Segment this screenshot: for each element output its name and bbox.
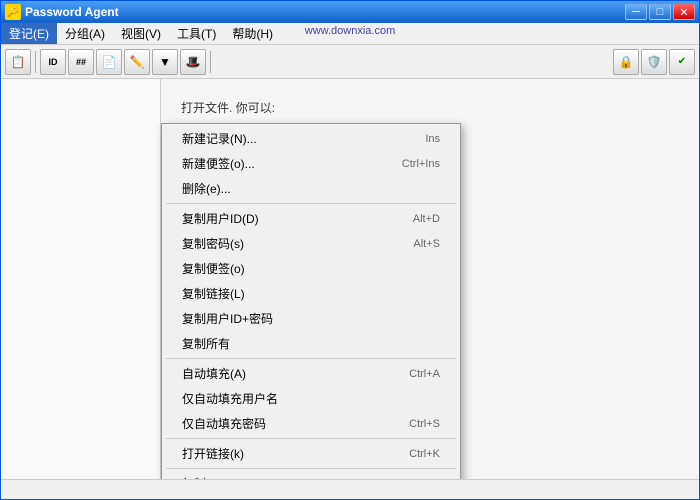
dd-shortcut-copy-u: Ctrl+D <box>409 478 440 480</box>
window-title: Password Agent <box>25 5 119 19</box>
main-window: 🔑 Password Agent ─ □ ✕ 登记(E) 分组(A) 视图(V)… <box>0 0 700 500</box>
dd-item-delete[interactable]: 删除(e)... <box>162 176 460 201</box>
dd-label-autofill: 自动填充(A) <box>182 365 389 382</box>
menu-help-label: 帮助(H) <box>232 25 273 42</box>
toolbar: 📋 ID ## 📄 ✏️ ▼ 🎩 🔒 🛡️ ✔ <box>1 45 699 79</box>
dd-shortcut-copy-pwd: Alt+S <box>413 238 440 250</box>
dd-label-copy-userid-pwd: 复制用户ID+密码 <box>182 310 420 327</box>
dd-label-copy-link: 复制链接(L) <box>182 285 420 302</box>
dd-item-copy-note[interactable]: 复制便签(o) <box>162 256 460 281</box>
toolbar-btn-lock[interactable]: 🔒 <box>613 49 639 75</box>
dd-item-autofill-pwd[interactable]: 仅自动填充密码 Ctrl+S <box>162 411 460 436</box>
toolbar-btn-hat[interactable]: 🎩 <box>180 49 206 75</box>
status-bar <box>1 479 699 499</box>
window-controls: ─ □ ✕ <box>625 4 695 20</box>
menu-item-tools[interactable]: 工具(T) <box>169 23 224 44</box>
dd-shortcut-new-note: Ctrl+Ins <box>402 158 440 170</box>
menu-item-file[interactable]: 登记(E) <box>1 23 57 44</box>
dd-item-new-record[interactable]: 新建记录(N)... Ins <box>162 126 460 151</box>
menu-item-group[interactable]: 分组(A) <box>57 23 113 44</box>
toolbar-btn-edit[interactable]: ✏️ <box>124 49 150 75</box>
menu-item-view[interactable]: 视图(V) <box>113 23 169 44</box>
dd-shortcut-autofill-pwd: Ctrl+S <box>409 418 440 430</box>
toolbar-btn-copy[interactable]: 📄 <box>96 49 122 75</box>
dd-shortcut-copy-userid: Alt+D <box>413 213 440 225</box>
toolbar-btn-hash[interactable]: ## <box>68 49 94 75</box>
menu-view-label: 视图(V) <box>121 25 161 42</box>
dd-label-new-note: 新建便签(o)... <box>182 155 382 172</box>
dd-label-autofill-user: 仅自动填充用户名 <box>182 390 420 407</box>
dd-item-copy-userid[interactable]: 复制用户ID(D) Alt+D <box>162 206 460 231</box>
dd-label-copy-note: 复制便签(o) <box>182 260 420 277</box>
dd-item-copy-all[interactable]: 复制所有 <box>162 331 460 356</box>
dd-item-copy-link[interactable]: 复制链接(L) <box>162 281 460 306</box>
dd-item-copy-pwd[interactable]: 复制密码(s) Alt+S <box>162 231 460 256</box>
open-file-intro: 打开文件. 你可以: <box>181 99 679 116</box>
dd-label-new-record: 新建记录(N)... <box>182 130 405 147</box>
dd-label-delete: 删除(e)... <box>182 180 420 197</box>
dropdown-menu: 新建记录(N)... Ins 新建便签(o)... Ctrl+Ins 删除(e)… <box>161 123 461 479</box>
dd-sep-2 <box>166 358 456 359</box>
dd-item-new-note[interactable]: 新建便签(o)... Ctrl+Ins <box>162 151 460 176</box>
dd-label-copy-u: 复制(u) <box>182 475 389 479</box>
dd-sep-1 <box>166 203 456 204</box>
dd-shortcut-new-record: Ins <box>425 133 440 145</box>
toolbar-btn-shield[interactable]: 🛡️ <box>641 49 667 75</box>
dd-item-autofill-user[interactable]: 仅自动填充用户名 <box>162 386 460 411</box>
toolbar-right: 🔒 🛡️ ✔ <box>613 49 695 75</box>
dd-label-copy-pwd: 复制密码(s) <box>182 235 393 252</box>
menu-item-help[interactable]: 帮助(H) <box>224 23 281 44</box>
toolbar-btn-check[interactable]: ✔ <box>669 49 695 75</box>
toolbar-separator-2 <box>210 51 211 73</box>
dd-sep-3 <box>166 438 456 439</box>
toolbar-separator-1 <box>35 51 36 73</box>
menu-bar: 登记(E) 分组(A) 视图(V) 工具(T) 帮助(H) www.downxi… <box>1 23 699 45</box>
close-button[interactable]: ✕ <box>673 4 695 20</box>
dd-item-open-link[interactable]: 打开链接(k) Ctrl+K <box>162 441 460 466</box>
dd-item-copy-userid-pwd[interactable]: 复制用户ID+密码 <box>162 306 460 331</box>
toolbar-btn-1[interactable]: 📋 <box>5 49 31 75</box>
toolbar-btn-id[interactable]: ID <box>40 49 66 75</box>
title-bar-left: 🔑 Password Agent <box>5 4 119 20</box>
maximize-button[interactable]: □ <box>649 4 671 20</box>
dd-label-copy-all: 复制所有 <box>182 335 420 352</box>
watermark: www.downxia.com <box>305 25 395 37</box>
minimize-button[interactable]: ─ <box>625 4 647 20</box>
dd-label-autofill-pwd: 仅自动填充密码 <box>182 415 389 432</box>
toolbar-btn-arrow[interactable]: ▼ <box>152 49 178 75</box>
app-icon: 🔑 <box>5 4 21 20</box>
sidebar <box>1 79 161 479</box>
dd-shortcut-open-link: Ctrl+K <box>409 448 440 460</box>
dd-item-autofill[interactable]: 自动填充(A) Ctrl+A <box>162 361 460 386</box>
dd-item-copy-u[interactable]: 复制(u) Ctrl+D <box>162 471 460 479</box>
menu-group-label: 分组(A) <box>65 25 105 42</box>
main-area: 打开文件. 你可以: 新建一个文件 <box>1 79 699 479</box>
menu-file-label: 登记(E) <box>9 25 49 42</box>
dd-label-copy-userid: 复制用户ID(D) <box>182 210 393 227</box>
dd-sep-4 <box>166 468 456 469</box>
menu-tools-label: 工具(T) <box>177 25 216 42</box>
content-area: 打开文件. 你可以: 新建一个文件 <box>161 79 699 479</box>
dd-shortcut-autofill: Ctrl+A <box>409 368 440 380</box>
dd-label-open-link: 打开链接(k) <box>182 445 389 462</box>
title-bar: 🔑 Password Agent ─ □ ✕ <box>1 1 699 23</box>
